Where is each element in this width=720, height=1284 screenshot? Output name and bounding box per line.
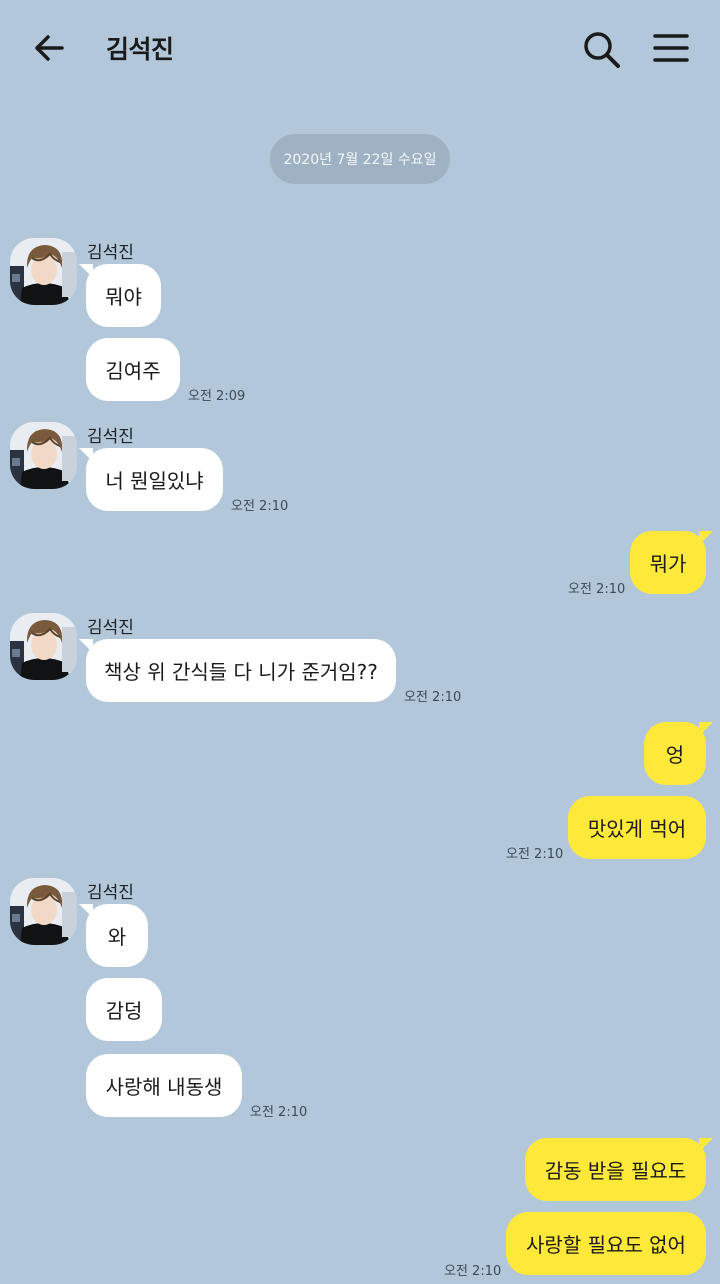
contact-avatar[interactable] — [10, 422, 77, 489]
contact-avatar[interactable] — [10, 613, 77, 680]
sender-name: 김석진 — [87, 883, 134, 903]
chat-title: 김석진 — [106, 35, 174, 64]
outgoing-message[interactable]: 감동 받을 필요도 — [525, 1138, 713, 1201]
message-time: 오전 2:10 — [506, 847, 564, 862]
incoming-message[interactable]: 너 뭔일있냐 — [79, 448, 223, 511]
incoming-message[interactable]: 뭐야 — [79, 264, 161, 327]
message-time: 오전 2:10 — [568, 582, 626, 597]
outgoing-message[interactable]: 맛있게 먹어 — [568, 796, 706, 859]
sender-name: 김석진 — [87, 427, 134, 447]
date-divider: 2020년 7월 22일 수요일 — [270, 134, 450, 184]
search-icon[interactable] — [580, 28, 622, 70]
sender-name: 김석진 — [87, 618, 134, 638]
message-time: 오전 2:10 — [444, 1264, 502, 1279]
outgoing-message[interactable]: 뭐가 — [630, 531, 713, 594]
incoming-message[interactable]: 김여주 — [86, 338, 180, 401]
message-time: 오전 2:10 — [231, 499, 289, 514]
message-time: 오전 2:10 — [404, 690, 462, 705]
message-time: 오전 2:09 — [188, 389, 246, 404]
incoming-message[interactable]: 책상 위 간식들 다 니가 준거임?? — [79, 639, 396, 702]
incoming-message[interactable]: 사랑해 내동생 — [86, 1054, 242, 1117]
incoming-message[interactable]: 감덩 — [86, 978, 162, 1041]
arrow-left-icon[interactable] — [28, 26, 72, 70]
message-time: 오전 2:10 — [250, 1105, 308, 1120]
incoming-message[interactable]: 와 — [79, 904, 148, 967]
contact-avatar[interactable] — [10, 878, 77, 945]
outgoing-message[interactable]: 사랑할 필요도 없어 — [506, 1212, 706, 1275]
outgoing-message[interactable]: 엉 — [644, 722, 713, 785]
chat-header: 김석진 — [0, 0, 720, 96]
sender-name: 김석진 — [87, 243, 134, 263]
hamburger-menu-icon[interactable] — [650, 28, 692, 70]
contact-avatar[interactable] — [10, 238, 77, 305]
